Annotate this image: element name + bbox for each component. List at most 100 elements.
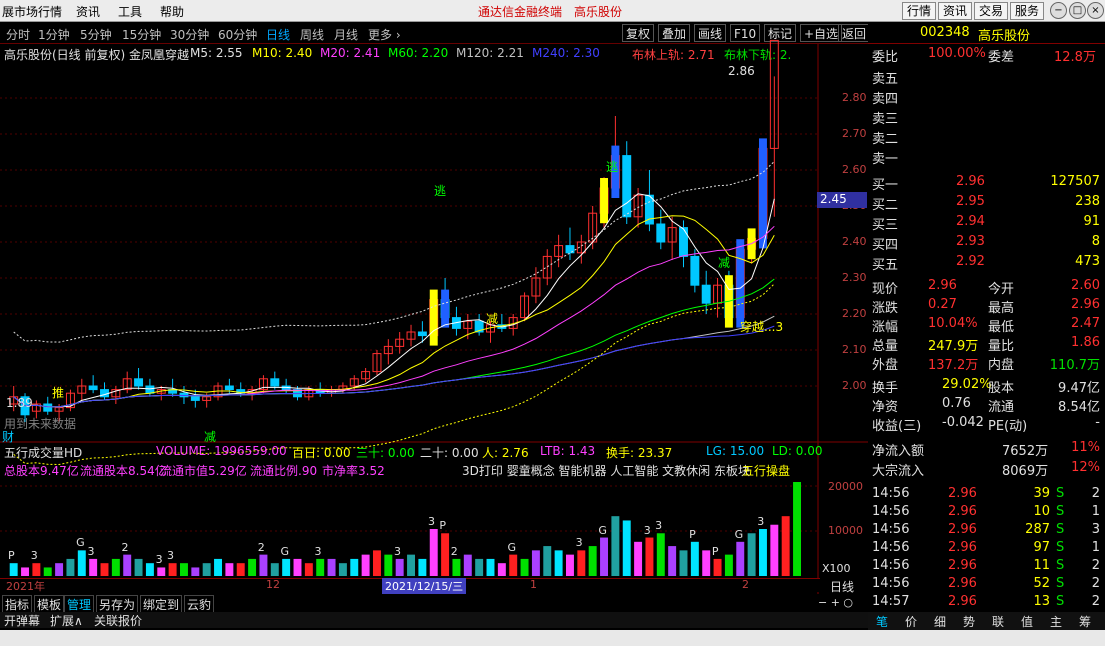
candle-body <box>43 403 53 412</box>
right-tab[interactable]: 笔 <box>876 613 888 630</box>
boll-upper <box>13 161 775 343</box>
kline-chart[interactable] <box>0 0 868 594</box>
quote-row: 外盘 137.2万 内盘 110.7万 <box>872 354 1100 373</box>
quote2-label: 收益(三) <box>872 419 922 434</box>
volume-bar <box>713 558 722 576</box>
tick-time: 14:56 <box>872 522 910 537</box>
date-1: 1 <box>530 578 537 591</box>
volume-bar <box>293 558 302 576</box>
tick-price: 2.96 <box>948 504 977 519</box>
right-tab[interactable]: 细 <box>934 613 946 630</box>
quote-value: 137.2万 <box>928 358 979 373</box>
danmaku-button[interactable]: 开弹幕 <box>4 612 40 629</box>
related-quote-button[interactable]: 关联报价 <box>94 612 142 629</box>
news-button[interactable]: 资讯 <box>938 2 973 20</box>
candle-body <box>270 378 280 387</box>
flow-row: 大宗流入 8069万 12% <box>872 460 1100 479</box>
candles <box>9 39 779 422</box>
tick-side: S <box>1056 522 1065 537</box>
volume-bar <box>202 563 211 576</box>
maximize-icon[interactable]: □ <box>1069 2 1086 19</box>
tick-count: 2 <box>1091 486 1100 501</box>
volume-bar <box>384 554 393 576</box>
buy-price: 2.96 <box>956 174 985 189</box>
buy-volume: 8 <box>1091 234 1100 249</box>
candle-body <box>679 227 688 257</box>
candle-body <box>224 385 234 391</box>
tick-side: S <box>1056 558 1065 573</box>
right-tab[interactable]: 筹 <box>1079 613 1091 630</box>
tick-time: 14:56 <box>872 558 910 573</box>
tick-side: S <box>1056 486 1065 501</box>
tick-price: 2.96 <box>948 558 977 573</box>
buy-price: 2.93 <box>956 234 985 249</box>
escape-mark-2: 逃 <box>606 160 619 174</box>
trade-button[interactable]: 交易 <box>974 2 1009 20</box>
bottom-toolbar: 指标 模板 管理 另存为 绑定到 云豹 − + ○ <box>0 594 868 614</box>
zoom-controls[interactable]: − + ○ <box>818 596 853 609</box>
quote-label-2: 最低 <box>988 320 1015 335</box>
price-axis-label: 2.80 <box>842 91 867 104</box>
volume-bar <box>452 558 461 576</box>
volume-bar <box>486 558 495 576</box>
volume-bar <box>89 558 98 576</box>
vol-30: 三十: 0.00 <box>356 446 415 460</box>
right-tab[interactable]: 联 <box>992 613 1004 630</box>
volume-bar <box>441 533 450 576</box>
volume-bar <box>577 550 586 576</box>
quote-value: 0.27 <box>928 297 957 312</box>
ma-line-M240 <box>13 325 775 408</box>
candle-body <box>622 155 632 218</box>
service-button[interactable]: 服务 <box>1010 2 1045 20</box>
quote-label: 涨跌 <box>872 301 899 316</box>
quote-value-2: 2.96 <box>1071 297 1100 312</box>
volume-bar <box>372 550 381 576</box>
buy-price: 2.92 <box>956 254 985 269</box>
quote-value-2: 1.86 <box>1071 335 1100 350</box>
tick-count: 2 <box>1091 576 1100 591</box>
tick-time: 14:56 <box>872 486 910 501</box>
tick-row: 14:56 2.96 39 S 2 <box>872 486 1100 505</box>
minimize-icon[interactable]: − <box>1050 2 1067 19</box>
weibi-label: 委比 <box>872 50 899 65</box>
right-tab[interactable]: 主 <box>1050 613 1062 630</box>
current-price-tag: 2.45 <box>817 192 867 208</box>
quote2-label-2: PE(动) <box>988 419 1028 434</box>
escape-mark-1: 逃 <box>434 184 447 198</box>
volume-bar <box>634 541 643 576</box>
price-axis-label: 2.60 <box>842 163 867 176</box>
volume-bar <box>554 550 563 576</box>
date-2021: 2021年 <box>6 580 45 593</box>
quote-row: 涨幅 10.04% 最低 2.47 <box>872 316 1100 335</box>
volume-signal-label: 2 <box>257 540 265 554</box>
price-axis-label: 2.70 <box>842 127 867 140</box>
volume-bar <box>475 558 484 576</box>
volume-signal-label: 3 <box>643 523 651 537</box>
quote-button[interactable]: 行情 <box>902 2 937 20</box>
volume-bar <box>736 541 745 576</box>
volume-signal-label: G <box>280 544 289 558</box>
volume-signal-label: 3 <box>30 549 38 563</box>
expand-button[interactable]: 扩展∧ <box>50 612 83 629</box>
close-icon[interactable]: × <box>1087 2 1104 19</box>
tick-price: 2.96 <box>948 522 977 537</box>
volume-bar <box>43 567 52 576</box>
tick-time: 14:57 <box>872 594 910 609</box>
tick-volume: 97 <box>1033 540 1050 555</box>
tick-count: 1 <box>1091 540 1100 555</box>
buy-volume: 238 <box>1075 194 1100 209</box>
quote-row: 现价 2.96 今开 2.60 <box>872 278 1100 297</box>
right-tab[interactable]: 值 <box>1021 613 1033 630</box>
float-cap: 流通市值5.29亿 <box>160 464 247 478</box>
quote-value: 10.04% <box>928 316 978 331</box>
volume-bar <box>123 554 132 576</box>
sell-label: 卖一 <box>872 152 899 167</box>
volume-bar <box>611 516 620 576</box>
right-tab[interactable]: 价 <box>905 613 917 630</box>
right-tab[interactable]: 势 <box>963 613 975 630</box>
volume-bar <box>565 554 574 576</box>
status-bar <box>0 630 1105 646</box>
volume-bar <box>679 550 688 576</box>
sell-row: 卖五 <box>872 68 1100 87</box>
volume-bar <box>543 546 552 576</box>
